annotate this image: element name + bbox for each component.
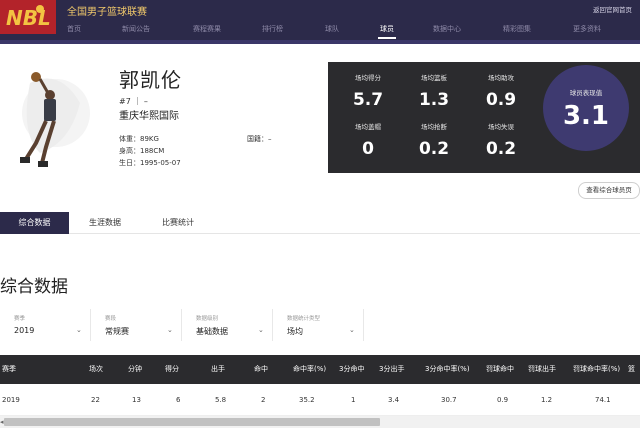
table-header-cell: 罚球命中率(%) — [573, 365, 621, 373]
stats-table-header: 赛季 场次 分钟 得分 出手 命中 命中率(%) 3分命中 3分出手 3分命中率(%) 罚球命中 罚球… — [0, 355, 640, 384]
stat-label-blocks: 场均盖帽 — [355, 123, 381, 131]
stat-label-assists: 场均助攻 — [488, 74, 514, 82]
table-cell: 1 — [351, 396, 356, 404]
chevron-down-icon: ⌄ — [258, 326, 264, 334]
table-cell: 6 — [176, 396, 181, 404]
main-nav: 首页 新闻公告 赛程赛果 排行榜 球队 球员 数据中心 精彩图集 更多资料 — [0, 22, 640, 40]
table-header-cell: 罚球命中 — [486, 365, 514, 373]
table-cell: 74.1 — [595, 396, 611, 404]
player-number: #7 ｜ – — [119, 97, 148, 106]
filter-label: 数据级别 — [196, 316, 219, 322]
stat-value-rebounds: 1.3 — [418, 90, 450, 110]
top-header: NBL 全国男子篮球联赛 返回官网首页 首页 新闻公告 赛程赛果 排行榜 球队 球员 数据中… — [0, 0, 640, 40]
filter-label: 数据统计类型 — [287, 316, 321, 322]
player-team: 重庆华熙国际 — [119, 111, 179, 122]
table-cell: 3.4 — [388, 396, 400, 404]
stage-filter[interactable]: 赛段 常规赛 ⌄ — [91, 309, 182, 341]
table-cell: 2019 — [2, 396, 20, 404]
stat-value-turnovers: 0.2 — [485, 139, 517, 159]
view-player-page-button[interactable]: 查看综合球员页 — [578, 182, 640, 199]
stat-label-steals: 场均抢断 — [421, 123, 447, 131]
stat-type-filter[interactable]: 数据统计类型 场均 ⌄ — [273, 309, 364, 341]
table-cell: 0.9 — [497, 396, 509, 404]
table-cell: 22 — [91, 396, 100, 404]
nav-item[interactable]: 球队 — [325, 24, 339, 34]
chevron-down-icon: ⌄ — [167, 326, 173, 334]
table-header-cell: 命中 — [254, 365, 268, 373]
filter-value: 常规赛 — [105, 327, 129, 336]
player-height: 身高：188CM — [119, 147, 165, 155]
table-cell: 13 — [132, 396, 141, 404]
nav-item[interactable]: 更多资料 — [573, 24, 601, 34]
table-header-cell: 赛季 — [2, 365, 16, 373]
performance-label: 球员表现值 — [569, 89, 603, 97]
horizontal-scrollbar[interactable]: ◂ — [0, 416, 640, 428]
table-cell: 30.7 — [441, 396, 457, 404]
season-filter[interactable]: 赛季 2019 ⌄ — [0, 309, 91, 341]
section-title: 综合数据 — [0, 277, 68, 297]
table-cell: 2 — [261, 396, 266, 404]
tab-career[interactable]: 生涯数据 — [72, 212, 138, 234]
stat-label-points: 场均得分 — [355, 74, 381, 82]
nav-item[interactable]: 排行榜 — [262, 24, 283, 34]
table-header-cell: 篮 — [628, 365, 635, 373]
return-home-link[interactable]: 返回官网首页 — [593, 4, 632, 14]
data-level-filter[interactable]: 数据级别 基础数据 ⌄ — [182, 309, 273, 341]
nav-item[interactable]: 首页 — [67, 24, 81, 34]
table-header-cell: 场次 — [89, 365, 103, 373]
chevron-down-icon: ⌄ — [76, 326, 82, 334]
table-cell: 5.8 — [215, 396, 227, 404]
nav-item[interactable]: 赛程赛果 — [193, 24, 221, 34]
player-birthday: 生日：1995-05-07 — [119, 159, 181, 167]
player-nationality: 国籍：– — [247, 135, 272, 143]
performance-circle: 球员表现值 3.1 — [543, 65, 629, 151]
stat-label-rebounds: 场均篮板 — [421, 74, 447, 82]
table-cell: 35.2 — [299, 396, 315, 404]
scroll-left-arrow-icon[interactable]: ◂ — [0, 418, 4, 426]
nav-active-indicator — [378, 37, 396, 39]
filter-value: 2019 — [14, 326, 35, 335]
stat-value-steals: 0.2 — [418, 139, 450, 159]
nav-item[interactable]: 数据中心 — [433, 24, 461, 34]
player-name: 郭凯伦 — [119, 68, 182, 92]
table-header-cell: 得分 — [165, 365, 179, 373]
table-header-cell: 命中率(%) — [293, 365, 327, 373]
nav-item[interactable]: 新闻公告 — [122, 24, 150, 34]
scroll-thumb[interactable] — [4, 418, 380, 426]
table-header-cell: 分钟 — [128, 365, 142, 373]
stat-value-assists: 0.9 — [485, 90, 517, 110]
table-header-cell: 出手 — [211, 365, 225, 373]
table-header-cell: 3分命中率(%) — [425, 365, 470, 373]
stat-label-turnovers: 场均失误 — [488, 123, 514, 131]
table-row: 2019 22 13 6 5.8 2 35.2 1 3.4 30.7 0.9 1.2 74.1 — [0, 384, 640, 416]
table-header-cell: 3分命中 — [339, 365, 365, 373]
filter-value: 基础数据 — [196, 327, 228, 336]
nav-item[interactable]: 精彩图集 — [503, 24, 531, 34]
filter-label: 赛段 — [105, 316, 117, 322]
tab-overall[interactable]: 综合数据 — [0, 212, 69, 234]
stat-value-points: 5.7 — [352, 90, 384, 110]
player-weight: 体重：89KG — [119, 135, 159, 143]
performance-value: 3.1 — [562, 101, 610, 131]
table-cell: 1.2 — [541, 396, 553, 404]
header-accent-line — [0, 40, 640, 44]
filter-value: 场均 — [287, 327, 303, 336]
table-header-cell: 3分出手 — [379, 365, 405, 373]
player-photo — [0, 63, 90, 191]
filter-label: 赛季 — [14, 316, 26, 322]
data-tabs: 综合数据 生涯数据 比赛统计 — [0, 212, 640, 234]
chevron-down-icon: ⌄ — [349, 326, 355, 334]
site-title: 全国男子篮球联赛 — [67, 7, 147, 18]
nav-item[interactable]: 球员 — [380, 24, 394, 34]
tab-game-stats[interactable]: 比赛统计 — [144, 212, 212, 234]
stat-value-blocks: 0 — [362, 139, 374, 159]
table-header-cell: 罚球出手 — [528, 365, 556, 373]
